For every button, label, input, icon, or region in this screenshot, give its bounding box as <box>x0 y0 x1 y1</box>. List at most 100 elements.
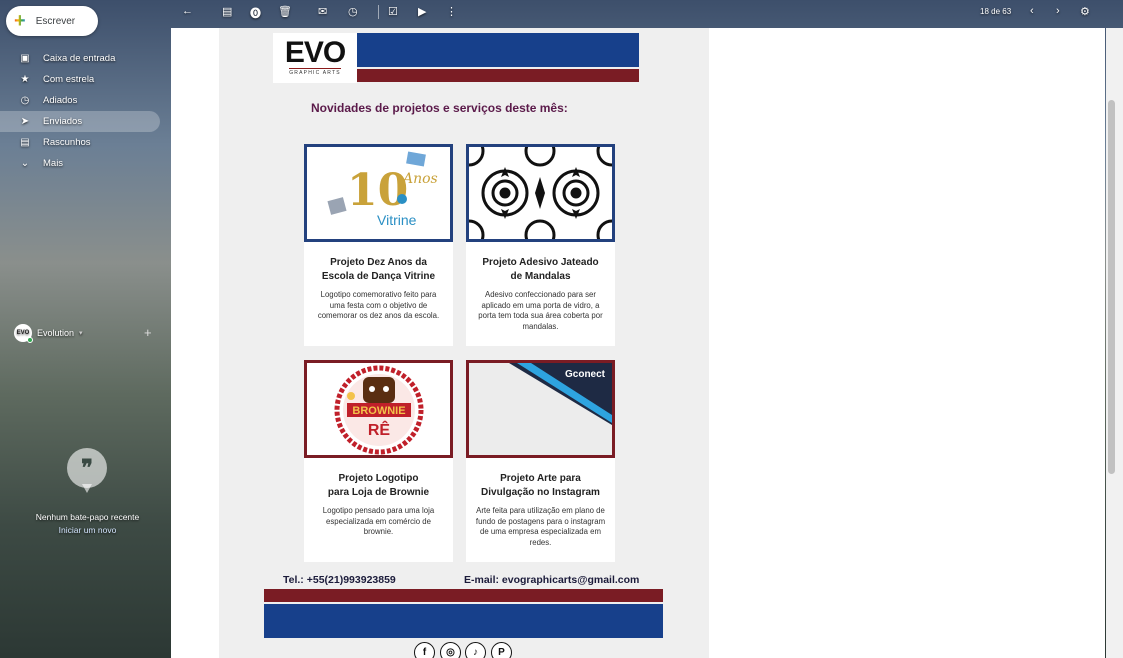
nav-item-sent[interactable]: ➤ Enviados <box>0 111 160 132</box>
chat-empty-state: Nenhum bate-papo recente Iniciar um novo <box>0 511 175 537</box>
contact-phone: Tel.: +55(21)993923859 <box>283 574 396 586</box>
mandala-image <box>466 144 615 242</box>
project-card-mandalas: Projeto Adesivo Jateado de Mandalas Ades… <box>466 144 615 346</box>
next-message-icon[interactable]: › <box>1056 5 1060 17</box>
back-arrow-icon[interactable]: ← <box>182 5 193 17</box>
svg-text:RÊ: RÊ <box>368 420 391 439</box>
card-description: Logotipo pensado para uma loja especiali… <box>322 506 435 536</box>
message-toolbar: ← ▤ ⓿ 🗑 ✉ ◷ ☑ ▶ ⋮ 18 de 63 ‹ › ⚙ <box>170 0 1105 28</box>
brownie-logo-graphic: BROWNIE RÊ <box>307 363 450 455</box>
nav-item-snoozed[interactable]: ◷ Adiados <box>0 90 170 111</box>
plus-icon: + <box>14 10 26 32</box>
header-red-bar <box>357 69 639 82</box>
online-status-icon <box>27 337 33 343</box>
previous-message-icon[interactable]: ‹ <box>1030 5 1034 17</box>
svg-text:Vitrine: Vitrine <box>377 212 417 228</box>
compose-label: Escrever <box>35 15 76 27</box>
card-title-line: Divulgação no Instagram <box>481 487 600 498</box>
project-card-vitrine: 10 Anos Vitrine Projeto Dez Anos da Esco… <box>304 144 453 346</box>
nav-item-label: Mais <box>43 158 64 169</box>
gconect-graphic: Gconect <box>469 363 612 455</box>
nav-list: ▣ Caixa de entrada ★ Com estrela ◷ Adiad… <box>0 48 170 174</box>
scrollbar-thumb[interactable] <box>1108 100 1115 474</box>
brownie-logo-image: BROWNIE RÊ <box>304 360 453 458</box>
logo-subtitle: GRAPHIC ARTS <box>289 68 341 76</box>
avatar: EVO <box>14 324 33 343</box>
vitrine-logo-graphic: 10 Anos Vitrine <box>307 147 450 239</box>
pinterest-icon[interactable]: P <box>491 642 512 658</box>
header-blue-bar <box>357 33 639 67</box>
footer-red-bar <box>264 589 663 602</box>
mark-unread-icon[interactable]: ✉ <box>318 5 327 18</box>
mandala-pattern-graphic <box>469 147 612 239</box>
card-title-line: de Mandalas <box>510 271 571 282</box>
project-card-instagram: Gconect Projeto Arte para Divulgação no … <box>466 360 615 562</box>
toolbar-divider <box>378 5 379 19</box>
evo-logo: EVO GRAPHIC ARTS <box>273 33 357 83</box>
footer-blue-bar <box>264 604 663 638</box>
facebook-icon[interactable]: f <box>414 642 435 658</box>
report-spam-icon[interactable]: ⓿ <box>250 5 261 21</box>
newsletter-headline: Novidades de projetos e serviços deste m… <box>311 101 568 115</box>
svg-text:Anos: Anos <box>401 171 438 187</box>
card-title: Projeto Adesivo Jateado de Mandalas <box>466 256 615 284</box>
delete-icon[interactable]: 🗑 <box>278 5 292 18</box>
email-body-column <box>219 28 709 658</box>
svg-text:BROWNIE: BROWNIE <box>352 405 405 417</box>
card-title-line: Escola de Dança Vitrine <box>321 271 436 282</box>
archive-icon[interactable]: ▤ <box>222 5 232 18</box>
star-icon: ★ <box>20 74 30 85</box>
nav-item-label: Com estrela <box>43 74 95 85</box>
settings-gear-icon[interactable]: ⚙ <box>1080 5 1090 18</box>
project-card-brownie: BROWNIE RÊ Projeto Logotipo para Loja de… <box>304 360 453 562</box>
nav-item-more[interactable]: ⌄ Mais <box>0 153 170 174</box>
add-chat-icon[interactable]: + <box>144 325 152 340</box>
card-title-line: Projeto Logotipo <box>338 473 419 484</box>
vitrine-logo-image: 10 Anos Vitrine <box>304 144 453 242</box>
card-title-line: Projeto Dez Anos da <box>330 257 427 268</box>
twitter-icon[interactable]: ♪ <box>465 642 486 658</box>
card-description: Logotipo comemorativo feito para uma fes… <box>317 290 440 320</box>
hangouts-icon-tail <box>82 484 92 493</box>
clock-icon: ◷ <box>20 95 30 106</box>
avatar-text: EVO <box>16 330 30 336</box>
gconect-instagram-image: Gconect <box>466 360 615 458</box>
nav-item-label: Adiados <box>43 95 78 106</box>
card-title-line: para Loja de Brownie <box>327 487 430 498</box>
compose-button[interactable]: + Escrever <box>6 6 98 36</box>
left-sidebar: + Escrever ▣ Caixa de entrada ★ Com estr… <box>0 0 170 658</box>
nav-item-inbox[interactable]: ▣ Caixa de entrada <box>0 48 170 69</box>
instagram-icon[interactable]: ◎ <box>440 642 461 658</box>
card-description: Arte feita para utilização em plano de f… <box>475 506 606 547</box>
start-chat-link[interactable]: Iniciar um novo <box>0 524 175 537</box>
logo-main-text: EVO <box>284 36 346 69</box>
caret-down-icon: ▾ <box>79 330 83 337</box>
svg-text:Gconect: Gconect <box>565 369 606 380</box>
contact-email: E-mail: evographicarts@gmail.com <box>464 574 640 586</box>
snooze-icon[interactable]: ◷ <box>348 5 358 18</box>
logo-text: EVO <box>285 38 346 68</box>
card-description: Adesivo confeccionado para ser aplicado … <box>478 290 603 331</box>
nav-item-label: Caixa de entrada <box>43 53 116 64</box>
account-name: Evolution <box>37 328 75 338</box>
nav-item-drafts[interactable]: ▤ Rascunhos <box>0 132 170 153</box>
nav-item-label: Rascunhos <box>43 137 91 148</box>
nav-item-label: Enviados <box>43 116 83 127</box>
more-options-icon[interactable]: ⋮ <box>446 5 457 18</box>
scrollbar[interactable] <box>1106 28 1123 658</box>
inbox-icon: ▣ <box>20 53 30 64</box>
nav-item-starred[interactable]: ★ Com estrela <box>0 69 170 90</box>
message-counter: 18 de 63 <box>980 7 1012 16</box>
svg-text:10: 10 <box>347 165 408 216</box>
send-icon: ➤ <box>20 116 30 127</box>
add-task-icon[interactable]: ☑ <box>388 5 398 18</box>
chat-account[interactable]: EVO Evolution ▾ <box>14 324 83 343</box>
chat-empty-text: Nenhum bate-papo recente <box>35 512 140 522</box>
card-title: Projeto Dez Anos da Escola de Dança Vitr… <box>304 256 453 284</box>
hangouts-icon: ❞ <box>67 448 107 488</box>
move-to-icon[interactable]: ▶ <box>418 5 426 18</box>
chevron-down-icon: ⌄ <box>20 158 30 169</box>
draft-icon: ▤ <box>20 137 30 148</box>
card-title-line: Projeto Arte para <box>500 473 581 484</box>
card-title: Projeto Logotipo para Loja de Brownie <box>304 472 453 500</box>
